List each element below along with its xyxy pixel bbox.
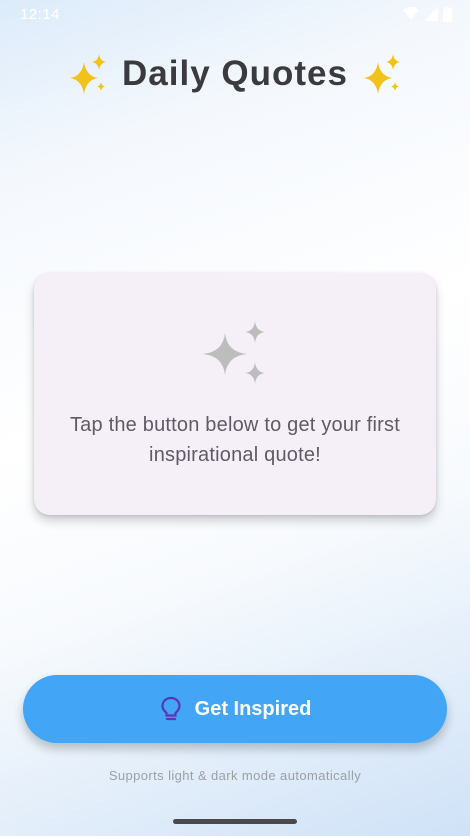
card-message: Tap the button below to get your first i…	[69, 414, 400, 466]
quote-card: Tap the button below to get your first i…	[34, 273, 436, 515]
get-inspired-button[interactable]: Get Inspired	[23, 675, 447, 743]
lightbulb-icon	[161, 696, 181, 721]
battery-icon	[443, 6, 452, 22]
signal-icon	[424, 7, 438, 21]
wifi-icon	[403, 7, 419, 20]
status-bar: 12:14	[0, 0, 470, 28]
page-title: Daily Quotes	[0, 52, 470, 96]
auto-awesome-icon	[203, 321, 265, 384]
sparkles-icon	[70, 54, 107, 94]
gesture-nav-handle[interactable]	[173, 819, 297, 824]
footer-note: Supports light & dark mode automatically	[108, 768, 362, 783]
title-text: Daily Quotes	[122, 54, 348, 93]
status-time: 12:14	[20, 5, 61, 23]
status-icons	[403, 6, 452, 22]
sparkles-icon	[363, 54, 400, 94]
get-inspired-label: Get Inspired	[194, 697, 312, 720]
